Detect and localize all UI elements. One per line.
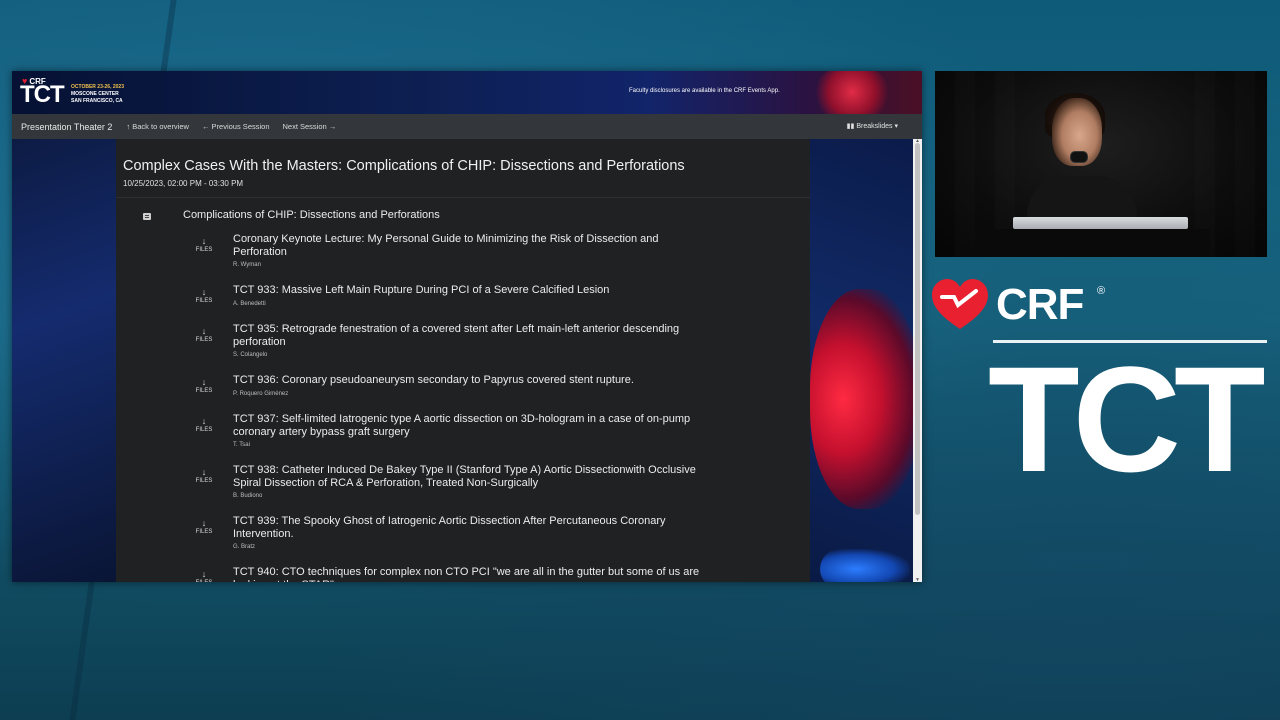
presenter-name: B. Budiono — [233, 493, 263, 499]
download-arrow-icon: ↓ — [201, 518, 207, 528]
event-meta: OCTOBER 23-26, 2023 MOSCONE CENTER SAN F… — [71, 84, 124, 104]
crf-wordmark: CRF — [996, 280, 1084, 329]
presenter-name: A. Benedetti — [233, 301, 266, 307]
session-datetime: 10/25/2023, 02:00 PM - 03:30 PM — [123, 179, 244, 188]
files-download-button[interactable]: ↓ FILES — [192, 467, 216, 485]
background-heart-panel — [810, 139, 913, 582]
presentation-title[interactable]: TCT 935: Retrograde fenestration of a co… — [233, 323, 713, 349]
navbar: Presentation Theater 2 ↑ Back to overvie… — [12, 114, 922, 139]
caret-down-icon: ▾ — [894, 123, 898, 130]
tct-logo-text: TCT — [20, 81, 65, 108]
scroll-down-icon[interactable]: ▼ — [915, 577, 920, 582]
presentation-title[interactable]: TCT 937: Self-limited Iatrogenic type A … — [233, 413, 713, 439]
heart-graphic — [810, 289, 913, 509]
scrollbar-thumb[interactable] — [915, 143, 920, 515]
session-title: Complex Cases With the Masters: Complica… — [123, 158, 685, 174]
presenter-name: S. Colangelo — [233, 352, 268, 358]
microphone-icon — [1070, 151, 1088, 163]
scrollbar[interactable]: ▲ ▼ — [913, 138, 922, 582]
files-download-button[interactable]: ↓ FILES — [192, 287, 216, 305]
presentation-title[interactable]: TCT 938: Catheter Induced De Bakey Type … — [233, 464, 713, 490]
vessel-graphic — [820, 549, 910, 582]
podium — [975, 229, 1210, 257]
background-left-panel — [12, 139, 116, 582]
files-download-button[interactable]: ↓ FILES — [192, 326, 216, 344]
room-title: Presentation Theater 2 — [21, 121, 113, 132]
files-download-button[interactable]: ↓ FILES — [192, 377, 216, 395]
columns-icon: ▮▮ — [846, 123, 855, 130]
arrow-right-icon: → — [328, 122, 337, 131]
crf-heart-icon — [932, 279, 988, 329]
group-title: Complications of CHIP: Dissections and P… — [183, 209, 440, 221]
session-content: Complex Cases With the Masters: Complica… — [116, 139, 810, 582]
back-to-overview-link[interactable]: ↑ Back to overview — [126, 122, 189, 131]
download-arrow-icon: ↓ — [201, 287, 207, 297]
presentation-title[interactable]: TCT 940: CTO techniques for complex non … — [233, 566, 713, 582]
download-arrow-icon: ↓ — [201, 569, 207, 579]
presenter-name: R. Wyman — [233, 262, 261, 268]
previous-session-link[interactable]: ← Previous Session — [202, 122, 270, 131]
breakslides-dropdown[interactable]: ▮▮ Breakslides ▾ — [847, 122, 898, 130]
download-arrow-icon: ↓ — [201, 416, 207, 426]
presentation-title[interactable]: TCT 933: Massive Left Main Rupture Durin… — [233, 284, 713, 297]
divider — [116, 197, 810, 198]
disclosure-note: Faculty disclosures are available in the… — [629, 88, 780, 94]
registered-mark: ® — [1097, 285, 1106, 297]
presentation-title[interactable]: TCT 936: Coronary pseudoaneurysm seconda… — [233, 374, 713, 387]
presentation-title[interactable]: Coronary Keynote Lecture: My Personal Gu… — [233, 233, 713, 259]
files-download-button[interactable]: ↓ FILES — [192, 518, 216, 536]
files-download-button[interactable]: ↓ FILES — [192, 416, 216, 434]
download-arrow-icon: ↓ — [201, 236, 207, 246]
heart-graphic — [812, 71, 892, 114]
presenter-name: P. Roquero Giménez — [233, 391, 289, 397]
download-arrow-icon: ↓ — [201, 467, 207, 477]
tct-wordmark: TCT — [988, 335, 1266, 503]
laptop — [1013, 217, 1188, 229]
next-session-link[interactable]: Next Session → — [283, 122, 337, 131]
presenter-name: G. Bratz — [233, 544, 256, 550]
arrow-up-icon: ↑ — [126, 122, 131, 131]
download-arrow-icon: ↓ — [201, 377, 207, 387]
download-arrow-icon: ↓ — [201, 326, 207, 336]
event-banner: ♥ CRF TCT OCTOBER 23-26, 2023 MOSCONE CE… — [12, 71, 922, 114]
files-download-button[interactable]: ↓ FILES — [192, 236, 216, 254]
presentation-title[interactable]: TCT 939: The Spooky Ghost of Iatrogenic … — [233, 515, 713, 541]
arrow-left-icon: ← — [201, 122, 210, 131]
files-download-button[interactable]: ↓ FILES — [192, 569, 216, 583]
presenter-name: T. Tsai — [233, 442, 250, 448]
list-icon[interactable] — [143, 213, 151, 220]
browser-window: ♥ CRF TCT OCTOBER 23-26, 2023 MOSCONE CE… — [12, 71, 922, 582]
speaker-video — [935, 71, 1267, 257]
crf-brand-logo: CRF — [932, 279, 1084, 331]
